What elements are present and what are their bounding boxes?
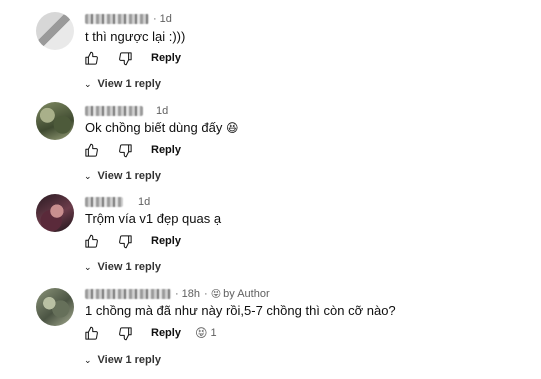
comment-time[interactable]: 1d — [138, 196, 150, 208]
avatar[interactable] — [36, 194, 74, 232]
reaction-count[interactable]: 😝 1 — [195, 326, 217, 340]
comment-time[interactable]: 18h — [182, 288, 200, 300]
author-name-redacted[interactable] — [85, 197, 123, 207]
meta-separator: · — [153, 13, 157, 25]
reply-button[interactable]: Reply — [145, 232, 187, 250]
comment-text: Ok chồng biết dùng đấy 😆 — [85, 120, 238, 135]
comment-meta: · 1d — [85, 12, 172, 26]
view-replies-button[interactable]: ⌄ View 1 reply — [84, 168, 161, 184]
chevron-down-icon: ⌄ — [84, 170, 92, 181]
reply-button[interactable]: Reply — [145, 49, 187, 67]
comment-time[interactable]: 1d — [160, 13, 172, 25]
view-replies-label: View 1 reply — [97, 170, 161, 182]
meta-separator: · — [204, 288, 208, 300]
author-name-redacted[interactable] — [85, 14, 149, 24]
avatar[interactable] — [36, 288, 74, 326]
view-replies-button[interactable]: ⌄ View 1 reply — [84, 76, 161, 92]
chevron-down-icon: ⌄ — [84, 78, 92, 89]
avatar[interactable] — [36, 12, 74, 50]
laughing-emoji-icon: 😝 — [194, 326, 208, 340]
author-name-redacted[interactable] — [85, 289, 171, 299]
author-heart-emoji-icon: 😝 — [210, 288, 222, 300]
comment-time[interactable]: 1d — [156, 105, 168, 117]
view-replies-label: View 1 reply — [97, 261, 161, 273]
thumbs-down-icon[interactable] — [115, 48, 135, 68]
comment-text: t thì ngược lại :))) — [85, 29, 186, 44]
avatar[interactable] — [36, 102, 74, 140]
comment-meta: · 18h · 😝 by Author — [85, 287, 270, 301]
reply-button[interactable]: Reply — [145, 141, 187, 159]
grinning-squinting-emoji-icon: 😆 — [225, 121, 239, 135]
view-replies-button[interactable]: ⌄ View 1 reply — [84, 259, 161, 275]
view-replies-label: View 1 reply — [97, 354, 161, 366]
comment-meta: 1d — [85, 104, 168, 118]
comment-text-body: Ok chồng biết dùng đấy — [85, 120, 223, 135]
author-badge: by Author — [223, 288, 270, 300]
thumbs-up-icon[interactable] — [81, 323, 101, 343]
author-name-redacted[interactable] — [85, 106, 143, 116]
chevron-down-icon: ⌄ — [84, 261, 92, 272]
thumbs-down-icon[interactable] — [115, 231, 135, 251]
thumbs-up-icon[interactable] — [81, 231, 101, 251]
thumbs-up-icon[interactable] — [81, 140, 101, 160]
reaction-count-value: 1 — [210, 327, 217, 339]
comment-actions: Reply — [81, 140, 187, 160]
comment-text: 1 chồng mà đã như này rồi,5-7 chồng thì … — [85, 303, 396, 318]
comment-text: Trộm vía v1 đẹp quas ạ — [85, 211, 222, 226]
meta-separator: · — [175, 288, 179, 300]
thumbs-up-icon[interactable] — [81, 48, 101, 68]
comment-actions: Reply — [81, 231, 187, 251]
comment-meta: 1d — [85, 195, 150, 209]
comment-actions: Reply 😝 1 — [81, 323, 217, 343]
thumbs-down-icon[interactable] — [115, 323, 135, 343]
comment-actions: Reply — [81, 48, 187, 68]
view-replies-label: View 1 reply — [97, 78, 161, 90]
view-replies-button[interactable]: ⌄ View 1 reply — [84, 352, 161, 368]
reply-button[interactable]: Reply — [145, 324, 187, 342]
chevron-down-icon: ⌄ — [84, 354, 92, 365]
thumbs-down-icon[interactable] — [115, 140, 135, 160]
